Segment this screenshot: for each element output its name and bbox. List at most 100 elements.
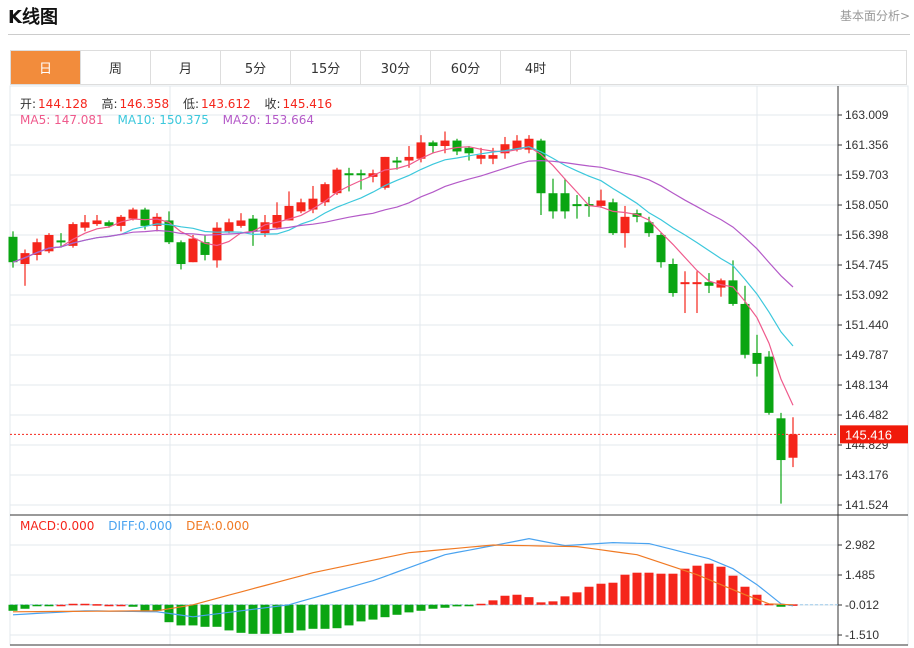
macd-tick-label: 2.982 (845, 538, 875, 552)
price-tick-label: 143.176 (845, 468, 889, 482)
macd-bar (488, 600, 498, 605)
candle-up (788, 434, 798, 458)
candle-down (776, 418, 786, 461)
macd-bar (464, 604, 474, 607)
ma10-line (12, 146, 794, 347)
candle-down (8, 236, 18, 263)
ma20-value: MA20: 153.664 (222, 113, 314, 127)
candle-up (680, 282, 690, 285)
macd-bar (104, 604, 114, 607)
ma10-value: MA10: 150.375 (117, 113, 209, 127)
candle-down (392, 160, 402, 163)
macd-bar (56, 604, 66, 607)
macd-bar (500, 595, 510, 605)
candle-up (692, 282, 702, 285)
candle-up (188, 238, 198, 263)
macd-bar (68, 603, 78, 606)
macd-bar (284, 604, 294, 633)
macd-info: MACD:0.000 DIFF:0.000 DEA:0.000 (20, 519, 251, 533)
candle-down (56, 240, 66, 243)
macd-bar (380, 604, 390, 618)
price-tick-label: 153.092 (845, 288, 889, 302)
macd-bar (416, 604, 426, 611)
candle-up (596, 200, 606, 206)
candle-up (224, 222, 234, 232)
price-tick-label: 163.009 (845, 108, 889, 122)
ma5-value: MA5: 147.081 (20, 113, 104, 127)
candle-down (608, 202, 618, 234)
macd-bar (428, 604, 438, 609)
macd-bar (320, 604, 330, 629)
last-price-label: 145.416 (845, 427, 892, 442)
low-value: 143.612 (201, 97, 251, 111)
macd-bar (392, 604, 402, 615)
macd-bar (272, 604, 282, 634)
price-tick-label: 156.398 (845, 228, 889, 242)
candle-up (308, 198, 318, 210)
macd-bar (32, 604, 42, 607)
macd-bar (332, 604, 342, 629)
candle-down (668, 264, 678, 294)
candle-down (704, 282, 714, 286)
candle-down (572, 204, 582, 207)
macd-bar (356, 604, 366, 622)
open-value: 144.128 (38, 97, 88, 111)
dea-value: DEA:0.000 (186, 519, 250, 533)
price-tick-label: 159.703 (845, 168, 889, 182)
macd-bar (608, 582, 618, 605)
candle-down (344, 173, 354, 176)
candle-up (488, 155, 498, 159)
candle-up (416, 142, 426, 159)
macd-bar (44, 604, 54, 607)
candle-down (656, 234, 666, 263)
price-tick-label: 149.787 (845, 348, 889, 362)
macd-bar (572, 592, 582, 605)
macd-value: MACD:0.000 (20, 519, 95, 533)
candle-up (236, 220, 246, 226)
diff-value: DIFF:0.000 (108, 519, 173, 533)
macd-bar (596, 583, 606, 605)
price-tick-label: 146.482 (845, 408, 889, 422)
macd-bar (560, 596, 570, 605)
macd-bar (404, 604, 414, 613)
macd-bar (8, 604, 18, 611)
macd-bar (20, 604, 30, 609)
macd-bar (584, 586, 594, 605)
price-tick-label: 148.134 (845, 378, 889, 392)
candle-down (356, 173, 366, 176)
macd-bar (548, 601, 558, 605)
macd-bar (632, 572, 642, 605)
candle-down (752, 352, 762, 364)
macd-bar (236, 604, 246, 633)
ma-info: MA5: 147.081 MA10: 150.375 MA20: 153.664 (20, 113, 316, 127)
macd-bar (188, 604, 198, 626)
candle-up (92, 220, 102, 225)
macd-bar (308, 604, 318, 629)
close-value: 145.416 (282, 97, 333, 111)
macd-bar (116, 604, 126, 607)
price-tick-label: 154.745 (845, 258, 889, 272)
candle-up (80, 222, 90, 228)
macd-bar (224, 604, 234, 631)
macd-bar (296, 604, 306, 631)
macd-bar (452, 604, 462, 607)
price-tick-label: 158.050 (845, 198, 889, 212)
open-label: 开: (20, 97, 37, 111)
ohlc-info: 开: 144.128 高: 146.358 低: 143.612 收: 145.416 (20, 95, 334, 112)
candle-up (380, 156, 390, 188)
macd-bar (776, 604, 786, 607)
candle-up (440, 140, 450, 147)
candle-down (764, 356, 774, 413)
macd-bar (212, 604, 222, 627)
macd-bar (368, 604, 378, 620)
price-tick-label: 151.440 (845, 318, 889, 332)
candle-up (476, 155, 486, 159)
candle-down (428, 142, 438, 147)
macd-tick-label: 1.485 (845, 568, 875, 582)
candle-down (560, 193, 570, 212)
candle-down (536, 140, 546, 194)
macd-bar (512, 594, 522, 605)
macd-bar (80, 603, 90, 606)
candle-down (740, 303, 750, 355)
macd-bar (644, 572, 654, 605)
